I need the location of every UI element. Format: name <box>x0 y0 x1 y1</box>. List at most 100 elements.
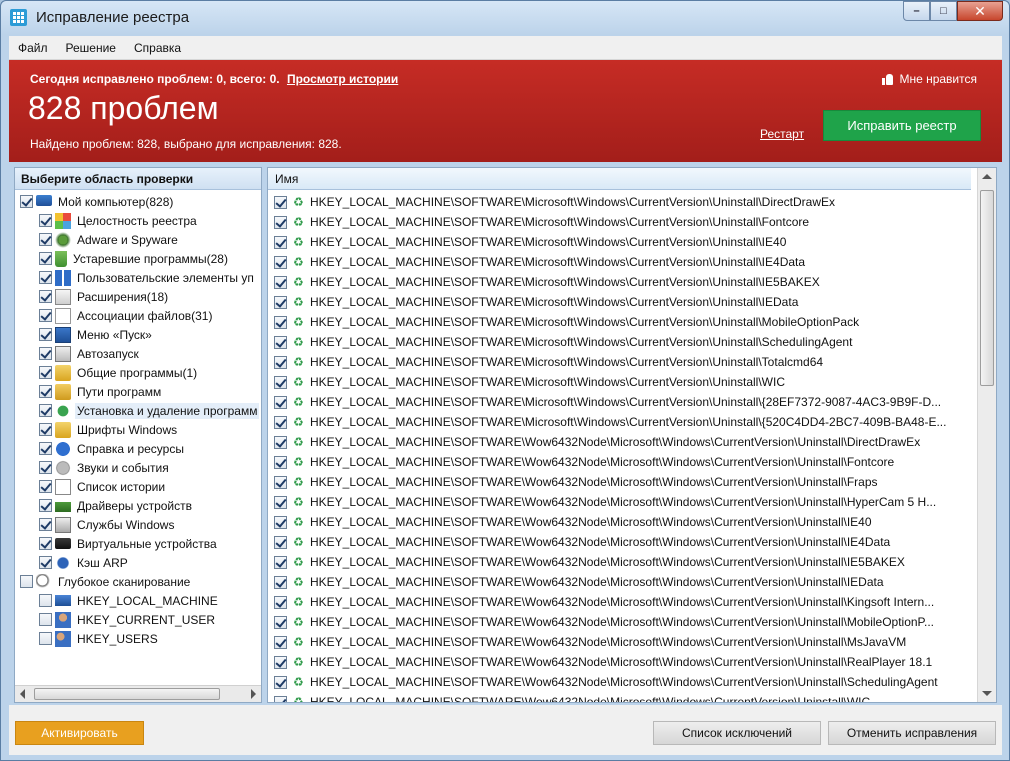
tree-item[interactable]: Кэш ARP <box>39 553 130 572</box>
tree-item-checkbox[interactable] <box>39 480 52 493</box>
problem-checkbox[interactable] <box>274 195 287 209</box>
problem-row[interactable]: ♻ HKEY_LOCAL_MACHINE\SOFTWARE\Microsoft\W… <box>268 192 976 212</box>
problem-row[interactable]: ♻ HKEY_LOCAL_MACHINE\SOFTWARE\Microsoft\W… <box>268 392 976 412</box>
problem-row[interactable]: ♻ HKEY_LOCAL_MACHINE\SOFTWARE\Microsoft\W… <box>268 272 976 292</box>
problem-row[interactable]: ♻ HKEY_LOCAL_MACHINE\SOFTWARE\Wow6432Node… <box>268 612 976 632</box>
tree-item-checkbox[interactable] <box>39 461 52 474</box>
vertical-scrollbar[interactable] <box>977 168 996 702</box>
problem-row[interactable]: ♻ HKEY_LOCAL_MACHINE\SOFTWARE\Wow6432Node… <box>268 492 976 512</box>
tree-item-checkbox[interactable] <box>39 537 52 550</box>
problem-checkbox[interactable] <box>274 295 287 309</box>
tree-item-checkbox[interactable] <box>39 594 52 607</box>
problem-checkbox[interactable] <box>274 315 287 329</box>
tree-item-checkbox[interactable] <box>39 214 52 227</box>
problem-checkbox[interactable] <box>274 235 287 249</box>
problem-checkbox[interactable] <box>274 535 287 549</box>
tree-item[interactable]: Шрифты Windows <box>39 420 179 439</box>
tree-item[interactable]: HKEY_USERS <box>39 629 160 648</box>
tree-item[interactable]: Устаревшие программы(28) <box>39 249 230 268</box>
problem-checkbox[interactable] <box>274 555 287 569</box>
menu-solution[interactable]: Решение <box>57 36 125 60</box>
tree-item[interactable]: Службы Windows <box>39 515 176 534</box>
tree-item-checkbox[interactable] <box>39 499 52 512</box>
problem-checkbox[interactable] <box>274 675 287 689</box>
problem-row[interactable]: ♻ HKEY_LOCAL_MACHINE\SOFTWARE\Microsoft\W… <box>268 352 976 372</box>
scroll-right-icon[interactable] <box>251 689 256 699</box>
minimize-button[interactable]: – <box>903 1 930 21</box>
problem-checkbox[interactable] <box>274 515 287 529</box>
tree-item-checkbox[interactable] <box>39 366 52 379</box>
problem-checkbox[interactable] <box>274 475 287 489</box>
problem-checkbox[interactable] <box>274 655 287 669</box>
menu-help[interactable]: Справка <box>125 36 190 60</box>
tree-item[interactable]: Автозапуск <box>39 344 141 363</box>
problem-row[interactable]: ♻ HKEY_LOCAL_MACHINE\SOFTWARE\Wow6432Node… <box>268 632 976 652</box>
problem-row[interactable]: ♻ HKEY_LOCAL_MACHINE\SOFTWARE\Wow6432Node… <box>268 652 976 672</box>
tree-item[interactable]: Установка и удаление программ <box>39 401 260 420</box>
exclusions-list-button[interactable]: Список исключений <box>653 721 821 745</box>
problem-row[interactable]: ♻ HKEY_LOCAL_MACHINE\SOFTWARE\Wow6432Node… <box>268 672 976 692</box>
tree-item[interactable]: Ассоциации файлов(31) <box>39 306 214 325</box>
problem-row[interactable]: ♻ HKEY_LOCAL_MACHINE\SOFTWARE\Microsoft\W… <box>268 252 976 272</box>
column-header-name[interactable]: Имя <box>268 168 971 190</box>
problem-checkbox[interactable] <box>274 695 287 702</box>
tree-item-checkbox[interactable] <box>39 442 52 455</box>
tree-item-checkbox[interactable] <box>39 309 52 322</box>
tree-item-checkbox[interactable] <box>39 632 52 645</box>
problem-row[interactable]: ♻ HKEY_LOCAL_MACHINE\SOFTWARE\Wow6432Node… <box>268 592 976 612</box>
problem-checkbox[interactable] <box>274 375 287 389</box>
problem-checkbox[interactable] <box>274 395 287 409</box>
tree-item[interactable]: Пути программ <box>39 382 163 401</box>
problem-row[interactable]: ♻ HKEY_LOCAL_MACHINE\SOFTWARE\Microsoft\W… <box>268 292 976 312</box>
maximize-button[interactable]: □ <box>930 1 957 21</box>
tree-item[interactable]: Пользовательские элементы уп <box>39 268 256 287</box>
problem-checkbox[interactable] <box>274 255 287 269</box>
tree-item[interactable]: HKEY_LOCAL_MACHINE <box>39 591 220 610</box>
problem-row[interactable]: ♻ HKEY_LOCAL_MACHINE\SOFTWARE\Wow6432Node… <box>268 572 976 592</box>
tree-item-checkbox[interactable] <box>39 385 52 398</box>
problem-checkbox[interactable] <box>274 635 287 649</box>
problem-checkbox[interactable] <box>274 415 287 429</box>
tree-item-checkbox[interactable] <box>39 252 52 265</box>
tree-item-checkbox[interactable] <box>39 518 52 531</box>
restart-link[interactable]: Рестарт <box>760 127 804 141</box>
tree-item[interactable]: Общие программы(1) <box>39 363 199 382</box>
history-link[interactable]: Просмотр истории <box>287 72 398 86</box>
close-button[interactable]: ✕ <box>957 1 1003 21</box>
problem-checkbox[interactable] <box>274 215 287 229</box>
problem-checkbox[interactable] <box>274 595 287 609</box>
tree-item[interactable]: Справка и ресурсы <box>39 439 186 458</box>
fix-registry-button[interactable]: Исправить реестр <box>823 110 981 141</box>
tree-item[interactable]: Виртуальные устройства <box>39 534 219 553</box>
tree-item[interactable]: Звуки и события <box>39 458 171 477</box>
tree-item[interactable]: Расширения(18) <box>39 287 170 306</box>
problem-checkbox[interactable] <box>274 435 287 449</box>
tree-item[interactable]: Adware и Spyware <box>39 230 180 249</box>
problem-row[interactable]: ♻ HKEY_LOCAL_MACHINE\SOFTWARE\Wow6432Node… <box>268 432 976 452</box>
problem-row[interactable]: ♻ HKEY_LOCAL_MACHINE\SOFTWARE\Wow6432Node… <box>268 452 976 472</box>
like-button[interactable]: Мне нравится <box>882 72 977 86</box>
tree-item-checkbox[interactable] <box>39 290 52 303</box>
activate-button[interactable]: Активировать <box>15 721 144 745</box>
tree-item-checkbox[interactable] <box>39 271 52 284</box>
tree-item[interactable]: Драйверы устройств <box>39 496 194 515</box>
problem-checkbox[interactable] <box>274 275 287 289</box>
tree-item-checkbox[interactable] <box>39 404 52 417</box>
problem-row[interactable]: ♻ HKEY_LOCAL_MACHINE\SOFTWARE\Microsoft\W… <box>268 312 976 332</box>
menu-file[interactable]: Файл <box>9 36 57 60</box>
scrollbar-thumb[interactable] <box>34 688 220 700</box>
scroll-left-icon[interactable] <box>20 689 25 699</box>
problem-checkbox[interactable] <box>274 455 287 469</box>
tree-item-checkbox[interactable] <box>39 613 52 626</box>
tree-item[interactable]: Мой компьютер(828) <box>20 192 175 211</box>
tree-item[interactable]: Меню «Пуск» <box>39 325 154 344</box>
undo-fixes-button[interactable]: Отменить исправления <box>828 721 996 745</box>
problem-checkbox[interactable] <box>274 615 287 629</box>
tree-item[interactable]: HKEY_CURRENT_USER <box>39 610 217 629</box>
problem-row[interactable]: ♻ HKEY_LOCAL_MACHINE\SOFTWARE\Wow6432Node… <box>268 552 976 572</box>
tree-item-checkbox[interactable] <box>20 575 33 588</box>
tree-item[interactable]: Список истории <box>39 477 167 496</box>
tree-item-checkbox[interactable] <box>39 347 52 360</box>
tree-item-checkbox[interactable] <box>39 328 52 341</box>
tree-item[interactable]: Глубокое сканирование <box>20 572 192 591</box>
